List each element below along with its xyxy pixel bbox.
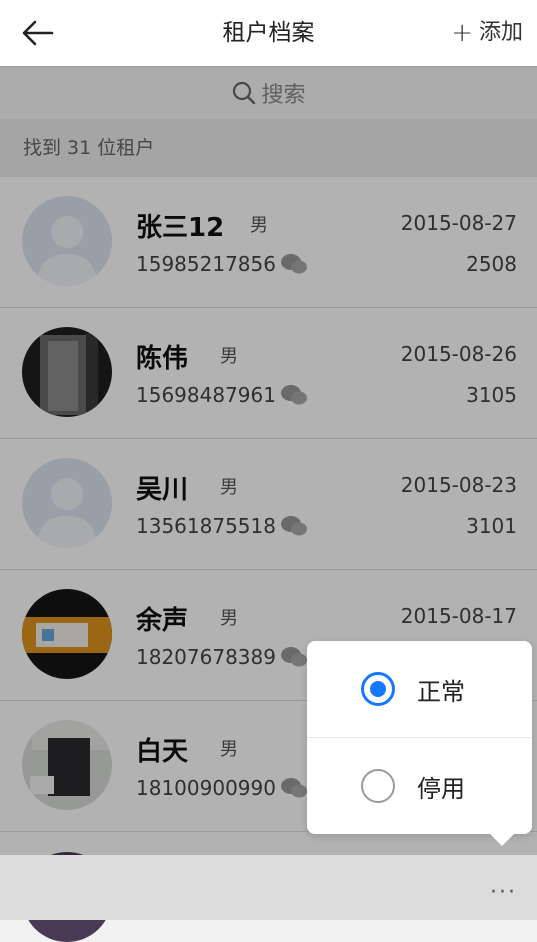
top-bar: 租户档案 + 添加 <box>0 0 537 67</box>
tenant-phone: 15698487961 <box>136 383 308 407</box>
tenant-date: 2015-08-23 <box>400 473 517 497</box>
wechat-icon <box>280 647 307 667</box>
tenant-name: 吴川 <box>136 475 189 505</box>
avatar-photo <box>22 589 112 679</box>
tenant-room: 3101 <box>466 514 517 538</box>
tenant-gender: 男 <box>250 215 268 236</box>
radio-unselected-icon[interactable] <box>361 769 395 803</box>
tenant-name: 白天 <box>136 737 189 767</box>
tenant-phone: 18100900990 <box>136 776 308 800</box>
add-tenant-button[interactable]: + 添加 <box>451 16 523 50</box>
tenant-phone: 15985217856 <box>136 252 308 276</box>
tenant-name: 张三12 <box>136 213 225 243</box>
plus-icon: + <box>451 18 473 48</box>
wechat-icon <box>280 254 307 274</box>
tenant-name: 陈伟 <box>136 344 189 374</box>
tenant-date: 2015-08-27 <box>400 211 517 235</box>
tenant-date: 2015-08-26 <box>400 342 517 366</box>
tenant-gender: 男 <box>220 346 238 367</box>
avatar-default-icon <box>22 196 112 286</box>
more-options-button[interactable]: ··· <box>490 880 517 905</box>
tenant-gender: 男 <box>220 608 238 629</box>
result-count: 找到 31 位租户 <box>0 119 537 177</box>
radio-selected-icon[interactable] <box>361 672 395 706</box>
search-placeholder: 搜索 <box>261 83 306 108</box>
tenant-row[interactable]: 陈伟 男 15698487961 2015-08-26 3105 <box>0 308 537 439</box>
tenant-room: 3105 <box>466 383 517 407</box>
wechat-icon <box>280 778 307 798</box>
option-label: 正常 <box>417 677 465 706</box>
option-label: 停用 <box>417 774 465 803</box>
avatar-default-icon <box>22 458 112 548</box>
tenant-name: 余声 <box>136 606 189 636</box>
tenant-row[interactable]: 张三12 男 15985217856 2015-08-27 2508 <box>0 177 537 308</box>
wechat-icon <box>280 385 307 405</box>
search-bar[interactable]: 搜索 <box>0 67 537 119</box>
tenant-date: 2015-08-17 <box>400 604 517 628</box>
wechat-icon <box>280 516 307 536</box>
avatar-photo <box>22 327 112 417</box>
tenant-phone: 13561875518 <box>136 514 308 538</box>
tenant-row[interactable]: 吴川 男 13561875518 2015-08-23 3101 <box>0 439 537 570</box>
tenant-phone: 18207678389 <box>136 645 308 669</box>
tenant-room: 2508 <box>466 252 517 276</box>
tenant-gender: 男 <box>220 739 238 760</box>
status-filter-popup: 正常 停用 <box>307 641 532 846</box>
status-option-disabled[interactable]: 停用 <box>307 737 532 834</box>
bottom-bar <box>0 855 537 920</box>
add-label: 添加 <box>478 20 523 45</box>
status-option-normal[interactable]: 正常 <box>307 641 532 737</box>
tenant-gender: 男 <box>220 477 238 498</box>
search-icon <box>233 81 256 105</box>
avatar-photo <box>22 720 112 810</box>
